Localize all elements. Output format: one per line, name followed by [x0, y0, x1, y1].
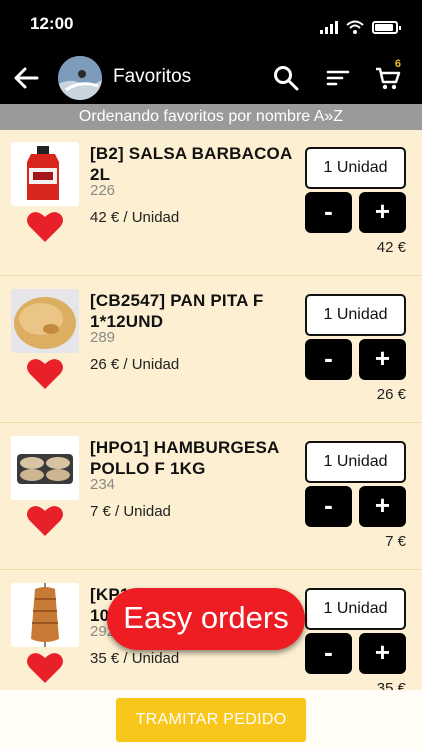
- product-total: 7 €: [385, 533, 406, 550]
- page-title: Favoritos: [113, 66, 192, 87]
- product-code: 289: [90, 329, 116, 346]
- decrease-button[interactable]: -: [305, 486, 352, 527]
- signal-icon: [320, 20, 338, 34]
- avatar[interactable]: [58, 56, 102, 100]
- product-name: [B2] SALSA BARBACOA 2L: [90, 144, 292, 184]
- decrease-button[interactable]: -: [305, 633, 352, 674]
- product-name: [HPO1] HAMBURGESA POLLO F 1KG: [90, 438, 279, 478]
- cart-count-badge: 6: [394, 58, 401, 70]
- wifi-icon: [346, 20, 364, 34]
- search-button[interactable]: [270, 62, 302, 94]
- heart-icon[interactable]: [26, 651, 64, 685]
- increase-button[interactable]: +: [359, 339, 406, 380]
- product-total: 35 €: [376, 680, 406, 690]
- cart-button[interactable]: 6: [372, 58, 404, 94]
- app-bar: Favoritos 6: [0, 52, 422, 104]
- product-price: 42 € / Unidad: [90, 209, 180, 226]
- product-price: 35 € / Unidad: [90, 650, 180, 667]
- product-total: 26 €: [376, 386, 406, 403]
- unit-selector[interactable]: 1 Unidad: [305, 441, 406, 483]
- burger-pack-image: [11, 436, 79, 500]
- back-button[interactable]: [10, 62, 42, 94]
- heart-icon[interactable]: [26, 357, 64, 391]
- heart-icon[interactable]: [26, 504, 64, 538]
- product-code: 226: [90, 182, 116, 199]
- product-item: [B2] SALSA BARBACOA 2L 226 42 € / Unidad…: [0, 130, 422, 276]
- product-image: [11, 583, 79, 647]
- product-item: [HPO1] HAMBURGESA POLLO F 1KG 234 7 € / …: [0, 424, 422, 570]
- product-item: [CB2547] PAN PITA F 1*12UND 289 26 € / U…: [0, 277, 422, 423]
- pita-bread-image: [11, 289, 79, 353]
- status-icons: [320, 16, 401, 34]
- heart-icon[interactable]: [26, 210, 64, 244]
- increase-button[interactable]: +: [359, 486, 406, 527]
- product-total: 42 €: [376, 239, 406, 256]
- status-bar: 12:00: [0, 0, 422, 52]
- unit-selector[interactable]: 1 Unidad: [305, 588, 406, 630]
- decrease-button[interactable]: -: [305, 192, 352, 233]
- sort-banner: Ordenando favoritos por nombre A»Z: [0, 104, 422, 130]
- battery-icon: [372, 21, 401, 34]
- product-image: [11, 289, 79, 353]
- kebab-image: [11, 583, 79, 647]
- checkout-button[interactable]: TRAMITAR PEDIDO: [116, 698, 306, 742]
- avatar-image: [58, 56, 102, 100]
- promo-badge: Easy orders: [107, 588, 305, 650]
- increase-button[interactable]: +: [359, 192, 406, 233]
- decrease-button[interactable]: -: [305, 339, 352, 380]
- unit-selector[interactable]: 1 Unidad: [305, 294, 406, 336]
- unit-selector[interactable]: 1 Unidad: [305, 147, 406, 189]
- sort-icon: [326, 70, 350, 86]
- product-price: 7 € / Unidad: [90, 503, 171, 520]
- arrow-left-icon: [14, 67, 39, 89]
- product-image: [11, 142, 79, 206]
- increase-button[interactable]: +: [359, 633, 406, 674]
- product-name: [CB2547] PAN PITA F 1*12UND: [90, 291, 264, 331]
- search-icon: [274, 66, 299, 91]
- bottom-bar: TRAMITAR PEDIDO: [0, 690, 422, 750]
- product-image: [11, 436, 79, 500]
- status-time: 12:00: [30, 14, 74, 33]
- product-code: 234: [90, 476, 116, 493]
- product-price: 26 € / Unidad: [90, 356, 180, 373]
- sauce-bottle-image: [11, 142, 79, 206]
- sort-button[interactable]: [322, 62, 354, 94]
